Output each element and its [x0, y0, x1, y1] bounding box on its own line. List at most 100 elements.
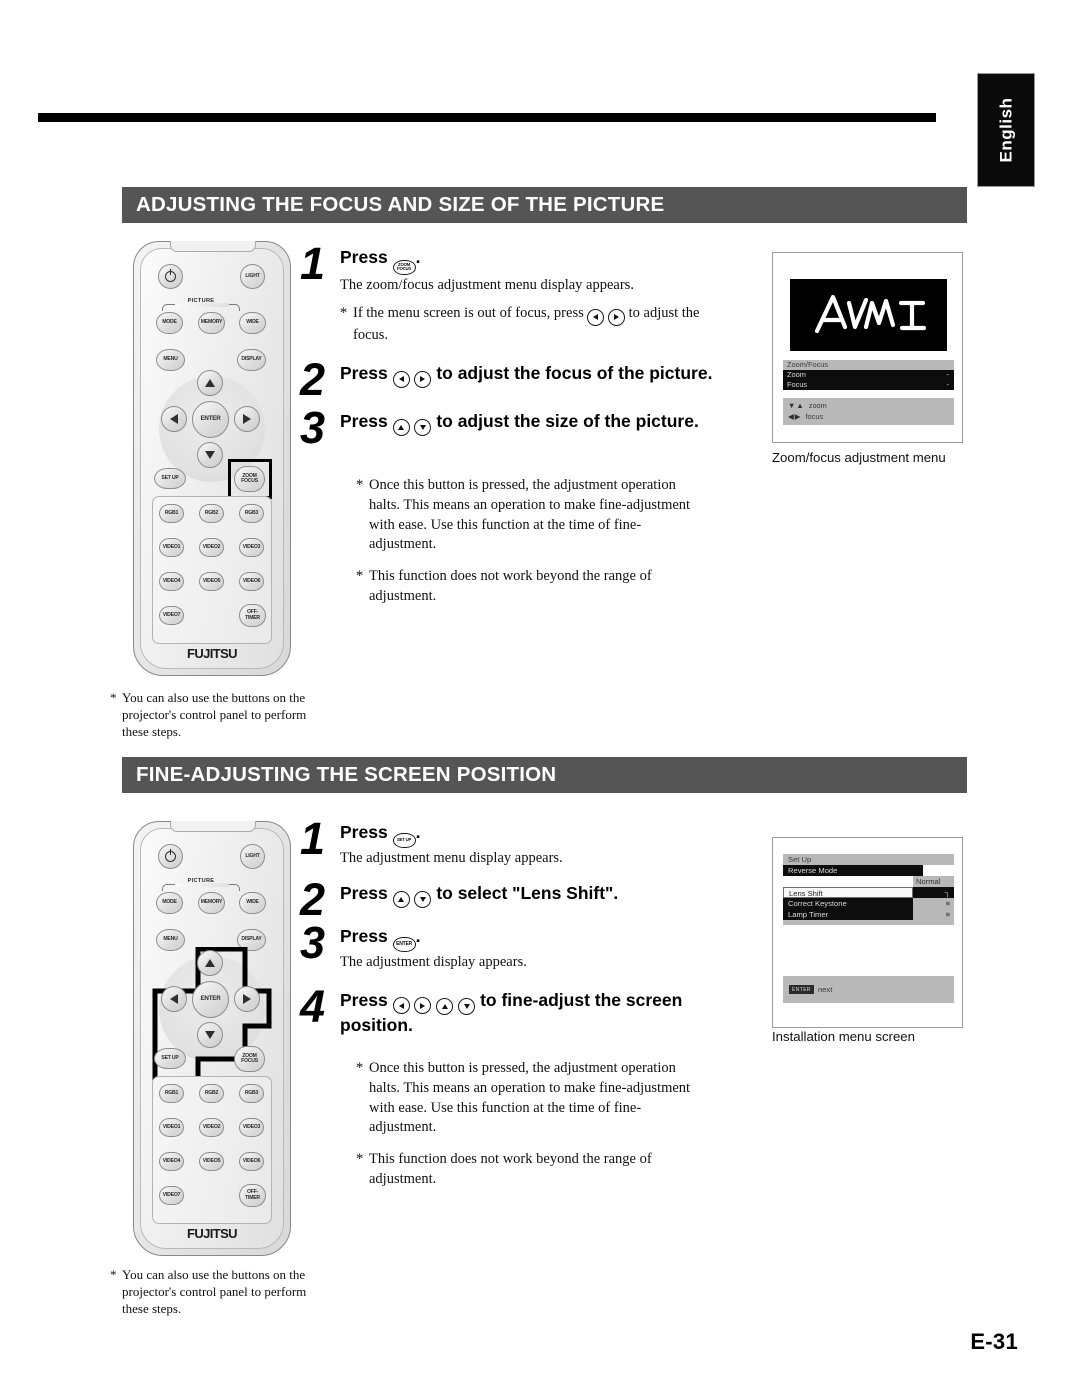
right-arrow-icon [243, 414, 251, 424]
remote-off-timer-button: OFF- TIMER [239, 1184, 266, 1207]
section-note: * This function does not work beyond the… [356, 1150, 706, 1189]
osd-menu-row-lens-shift[interactable]: Lens Shift [783, 887, 913, 898]
up-arrow-icon [205, 959, 215, 967]
picture-group-label: PICTURE [187, 298, 215, 304]
up-arrow-key-icon [392, 890, 410, 908]
step-heading-prefix: Press [340, 989, 388, 1010]
step-heading: Press ZOOM FOCUS . [340, 247, 720, 275]
step-heading: Press to adjust the size of the picture. [340, 411, 720, 436]
remote-off-timer-button: OFF- TIMER [239, 604, 266, 627]
step-number: 3 [300, 917, 326, 969]
remote-video3-label: VIDEO3 [242, 543, 261, 550]
remote-enter-button: ENTER [192, 401, 229, 438]
asterisk-marker: * [110, 1267, 117, 1282]
remote-video2-button: VIDEO2 [199, 1118, 224, 1137]
up-arrow-icon [205, 379, 215, 387]
osd-menu-row-correct-keystone[interactable]: Correct Keystone [783, 898, 913, 909]
down-arrow-icon [205, 1031, 215, 1039]
left-arrow-icon [170, 414, 178, 424]
remote-focus-label: FOCUS [241, 1058, 258, 1064]
set-up-footer-bar: ENTER next [783, 976, 954, 1003]
avm2-logo-icon [814, 294, 926, 334]
asterisk-marker: * [110, 690, 117, 705]
step-subtext: The adjustment menu display appears. [340, 849, 563, 866]
remote-menu-label: MENU [163, 356, 178, 363]
remote-power-button [158, 264, 183, 289]
remote-video3-button: VIDEO3 [239, 1118, 264, 1137]
remote-rgb1-button: RGB1 [159, 504, 184, 523]
hint-label: focus [805, 411, 824, 421]
language-tab: English [977, 73, 1035, 187]
remote-brand-logo: FUJITSU [187, 1226, 238, 1241]
step-heading: Press to adjust the focus of the picture… [340, 363, 720, 388]
remote-menu-button: MENU [156, 349, 185, 371]
remote-up-arrow-button [197, 950, 223, 976]
step-list-focus-size: 1 Press ZOOM FOCUS . The zoom/focus adju… [300, 241, 720, 606]
section-header-focus-size: ADJUSTING THE FOCUS AND SIZE OF THE PICT… [122, 187, 967, 223]
projector-logo-box [790, 279, 947, 351]
remote-video1-button: VIDEO1 [159, 538, 184, 557]
zoom-focus-menu: Zoom/Focus Zoom - Focus - [783, 360, 954, 390]
step-heading-suffix: . [415, 247, 421, 267]
hint-line-zoom: ▼▲ zoom [788, 401, 949, 412]
remote-mode-button: MODE [156, 892, 183, 914]
step-heading: Press to select "Lens Shift". [340, 883, 720, 908]
section-note-text: This function does not work beyond the r… [369, 1151, 652, 1187]
remote-video5-button: VIDEO5 [199, 1152, 224, 1171]
step-heading-suffix: to adjust the size of the picture. [436, 410, 699, 431]
remote-memory-label: MEMORY [200, 899, 223, 906]
osd-menu-bottom-shade [783, 920, 954, 925]
osd-row-label: Focus [787, 380, 808, 390]
left-arrow-icon [398, 376, 404, 383]
section-title: ADJUSTING THE FOCUS AND SIZE OF THE PICT… [136, 193, 665, 216]
remote-brand-logo: FUJITSU [187, 646, 238, 661]
osd-row-label: Correct Keystone [788, 899, 847, 908]
picture-group-bracket [162, 303, 240, 311]
osd-menu-row-lamp-timer[interactable]: Lamp Timer [783, 909, 913, 920]
remote-wide-label: WIDE [246, 899, 259, 906]
remote-footnote-1: * You can also use the buttons on the pr… [110, 689, 330, 740]
zoom-focus-osd-caption: Zoom/focus adjustment menu [772, 450, 946, 465]
remote-memory-button: MEMORY [198, 892, 225, 914]
osd-menu-row-zoom[interactable]: Zoom - [783, 370, 954, 380]
step-content: Press to adjust the size of the picture. [340, 407, 720, 436]
step-content: Press ZOOM FOCUS . The zoom/focus adjust… [340, 243, 720, 345]
remote-set-up-button: SET UP [154, 1048, 186, 1069]
step-item: 1 Press ZOOM FOCUS . The zoom/focus adju… [300, 241, 720, 345]
osd-menu-row-reverse-mode[interactable]: Reverse Mode [783, 865, 923, 876]
zoom-focus-hint-bar: ▼▲ zoom ◀▶ focus [783, 398, 954, 426]
step-heading-suffix: to adjust the focus of the picture. [436, 363, 713, 384]
step-item: 3 Press ENTER. The adjustment display ap… [300, 917, 720, 971]
up-arrow-icon [398, 424, 405, 430]
remote-right-arrow-button [234, 406, 260, 432]
remote-mode-label: MODE [162, 319, 177, 326]
osd-row-label: Reverse Mode [788, 866, 838, 875]
osd-menu-row-focus[interactable]: Focus - [783, 380, 954, 390]
step-content: Press SET UP. The adjustment menu displa… [340, 818, 720, 867]
down-arrow-icon [419, 896, 426, 902]
step-content: Press to adjust the focus of the picture… [340, 359, 720, 388]
vertical-arrows-icon: ▼▲ [788, 401, 805, 410]
remote-video7-label: VIDEO7 [162, 1191, 181, 1198]
asterisk-marker: * [356, 1151, 364, 1168]
step-subtext: The zoom/focus adjustment menu display a… [340, 276, 634, 293]
left-arrow-icon [398, 1002, 404, 1009]
osd-reverse-mode-value: Normal [913, 876, 954, 887]
step-heading-prefix: Press [340, 822, 388, 842]
remote-set-up-label: SET UP [161, 474, 179, 481]
remote-rgb1-button: RGB1 [159, 1084, 184, 1103]
remote-enter-button: ENTER [192, 981, 229, 1018]
set-up-key-label: SET UP [396, 837, 412, 842]
down-arrow-key-icon [458, 997, 476, 1015]
remote-video4-button: VIDEO4 [159, 1152, 184, 1171]
highlight-zoom-focus-button [228, 459, 272, 499]
remote-body: LIGHT PICTURE MODE MEMORY WIDE MENU DISP… [133, 821, 291, 1256]
step-item: 1 Press SET UP. The adjustment menu disp… [300, 816, 720, 867]
remote-footnote-text: You can also use the buttons on the proj… [122, 690, 307, 740]
osd-row-label: Lens Shift [789, 889, 823, 898]
remote-light-label: LIGHT [245, 852, 260, 859]
right-arrow-key-icon [414, 997, 432, 1015]
remote-footnote-text: You can also use the buttons on the proj… [122, 1267, 307, 1317]
power-icon [165, 267, 176, 282]
remote-video2-button: VIDEO2 [199, 538, 224, 557]
